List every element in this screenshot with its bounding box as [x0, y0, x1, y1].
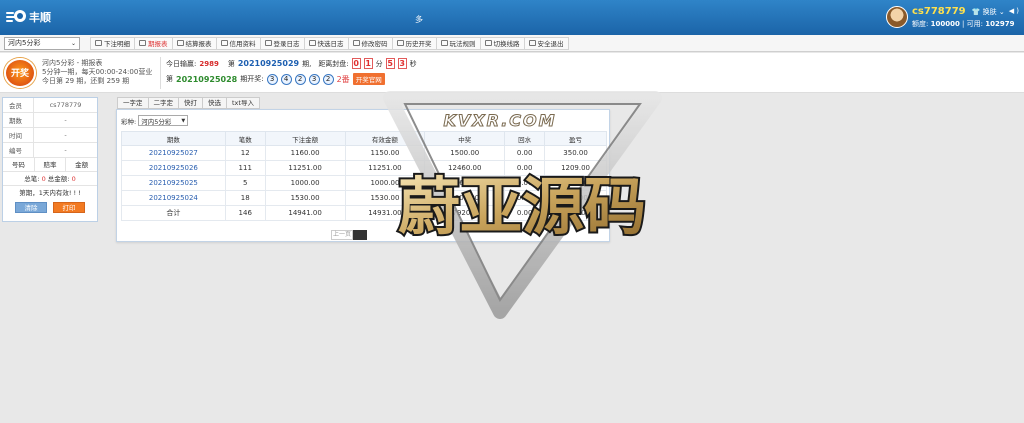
game-schedule: 5分钟一期，每天00:00-24:00营业: [42, 68, 153, 76]
today-win-value: 2989: [199, 59, 219, 68]
bet-tabs: 一字定 二字定 快打 快选 txt导入: [117, 97, 260, 109]
globe-icon: [396, 40, 404, 46]
current-period: 20210925029: [237, 59, 300, 68]
slip-row-period: 期数 -: [3, 112, 97, 128]
result-ball: 4: [280, 73, 292, 85]
tab-two-digit[interactable]: 二字定: [147, 97, 179, 109]
result-ball: 3: [308, 73, 320, 85]
list-icon: [95, 40, 102, 46]
status-row: 今日输赢: 2989 第 20210925029 期, 距离封盘: 0 1 分 …: [166, 58, 417, 69]
period-link[interactable]: 20210925026: [121, 160, 226, 176]
bar-chart-icon: [139, 40, 146, 46]
nav-credit-info[interactable]: 信用资料: [215, 36, 261, 50]
today-progress: 今日第 29 期，还剩 259 期: [42, 77, 130, 85]
top-center-text: 多: [415, 15, 423, 24]
nav-logout[interactable]: 安全退出: [523, 36, 569, 50]
logo-icon: [6, 8, 26, 26]
today-win-label: 今日输赢:: [166, 59, 197, 68]
nav-history-draws[interactable]: 历史开奖: [391, 36, 437, 50]
page-indicator[interactable]: [353, 230, 367, 240]
close-label: 距离封盘:: [318, 59, 349, 68]
triangle-down-icon: ▼: [181, 117, 186, 124]
wifi-icon: [484, 40, 492, 46]
chevron-down-icon: ⌄: [70, 39, 76, 47]
clear-button[interactable]: 清除: [15, 202, 47, 213]
monitor-icon: [308, 40, 316, 46]
avatar[interactable]: [886, 6, 908, 28]
nav-bar: 河内5分彩 ⌄ 下注明细 期报表 结算报表 信用资料 登录日志 快选日志 修改密码…: [0, 35, 1024, 52]
game-title: 河内5分彩 - 期报表: [42, 59, 103, 67]
nav-quick-log[interactable]: 快选日志: [303, 36, 349, 50]
pager: 上一页: [331, 230, 367, 240]
result-ball: 3: [266, 73, 278, 85]
game-select[interactable]: 河内5分彩 ⌄: [4, 36, 80, 50]
nav-menu: 下注明细 期报表 结算报表 信用资料 登录日志 快选日志 修改密码 历史开奖 玩…: [90, 36, 569, 50]
user-box: cs778779 👕 换肤 ⌄ ◀ ) 额度: 100000 | 可用: 102…: [886, 6, 1019, 29]
nav-switch-line[interactable]: 切换线路: [479, 36, 525, 50]
table-row: 20210925025 5 1000.00 1000.00 1960.00 0.00 9…: [121, 175, 607, 191]
table-header: 期数 笔数 下注金额 有效金额 中奖 回水 盈亏: [121, 131, 607, 146]
monitor-icon: [264, 40, 272, 46]
card-icon: [220, 40, 228, 46]
info-strip: 开奖 河内5分彩 - 期报表 5分钟一期，每天00:00-24:00营业 今日第…: [0, 53, 1024, 93]
bar-chart-icon: [176, 40, 184, 46]
period-report-table: 期数 笔数 下注金额 有效金额 中奖 回水 盈亏 20210925027 12 1…: [121, 131, 607, 221]
top-bar: 丰顺 多 cs778779 👕 换肤 ⌄ ◀ ) 额度: 100000 | 可用…: [0, 0, 1024, 35]
tab-txt-import[interactable]: txt导入: [226, 97, 260, 109]
lottery-select[interactable]: 河内5分彩 ▼: [138, 115, 189, 126]
print-button[interactable]: 打印: [53, 202, 85, 213]
lock-icon: [352, 40, 360, 46]
slip-row-member: 会员 cs778779: [3, 97, 97, 113]
nav-bet-details[interactable]: 下注明细: [90, 36, 135, 50]
result-ball: 2: [294, 73, 306, 85]
nav-change-password[interactable]: 修改密码: [347, 36, 393, 50]
brand-logo[interactable]: 丰顺: [6, 8, 51, 26]
prev-page-button[interactable]: 上一页: [331, 230, 353, 240]
nav-login-log[interactable]: 登录日志: [259, 36, 305, 50]
nav-period-report[interactable]: 期报表: [134, 36, 173, 50]
result-ball: 2: [322, 73, 334, 85]
nav-settlement-report[interactable]: 结算报表: [171, 36, 217, 50]
fan-text: 2番: [336, 74, 350, 84]
tab-one-digit[interactable]: 一字定: [117, 97, 149, 109]
slip-columns: 号码 赔率 金额: [3, 158, 97, 172]
slip-note: 第期，1天内有效! ! !: [19, 189, 81, 197]
official-site-button[interactable]: 开奖官网: [352, 73, 385, 85]
mute-icon[interactable]: ◀ ): [1009, 7, 1019, 17]
username: cs778779: [912, 6, 966, 17]
bet-slip-panel: 会员 cs778779 期数 - 时间 - 编号 - 号码 赔率 金额 总笔: 0 总金额:…: [2, 97, 98, 222]
table-row: 20210925027 12 1160.00 1150.00 1500.00 0.00…: [121, 145, 607, 161]
table-total-row: 合计 146 14941.00 14931.00 17920.00 0.00 2989.…: [121, 205, 607, 221]
last-draw-row: 第 20210925028 期开奖: 3 4 2 3 2 2番 开奖官网: [166, 73, 385, 85]
slip-row-number: 编号 -: [3, 142, 97, 158]
nav-rules[interactable]: 玩法规则: [435, 36, 481, 50]
countdown-digit: 0: [351, 58, 361, 69]
period-link[interactable]: 20210925027: [121, 145, 226, 161]
stack-icon: [440, 40, 448, 46]
period-link[interactable]: 20210925024: [121, 190, 226, 206]
skin-switch-button[interactable]: 👕 换肤 ⌄: [972, 7, 1005, 17]
slip-row-time: 时间 -: [3, 127, 97, 143]
credit-info: 额度: 100000 | 可用: 102979: [912, 20, 1015, 28]
table-row: 20210925024 18 1530.00 1530.00 2000.00 0.00…: [121, 190, 607, 206]
slip-summary: 总笔: 0 总金额: 0: [3, 172, 97, 186]
period-link[interactable]: 20210925025: [121, 175, 226, 191]
last-period: 20210925028: [176, 74, 238, 84]
brand-name: 丰顺: [29, 11, 51, 24]
lottery-badge-icon: 开奖: [4, 58, 36, 88]
table-row: 20210925026 111 11251.00 11251.00 12460.00…: [121, 160, 607, 176]
tab-quick-bet[interactable]: 快打: [178, 97, 203, 109]
lottery-filter: 彩种: 河内5分彩 ▼: [121, 115, 189, 126]
countdown-digit: 3: [397, 58, 407, 69]
monitor-icon: [528, 40, 536, 46]
countdown-digit: 1: [363, 58, 373, 69]
game-summary: 河内5分彩 - 期报表 5分钟一期，每天00:00-24:00营业 今日第 29…: [42, 59, 152, 86]
tab-quick-pick[interactable]: 快选: [202, 97, 227, 109]
report-panel: 彩种: 河内5分彩 ▼ 期数 笔数 下注金额 有效金额 中奖 回水 盈亏 2021…: [116, 109, 610, 242]
countdown-digit: 5: [385, 58, 395, 69]
